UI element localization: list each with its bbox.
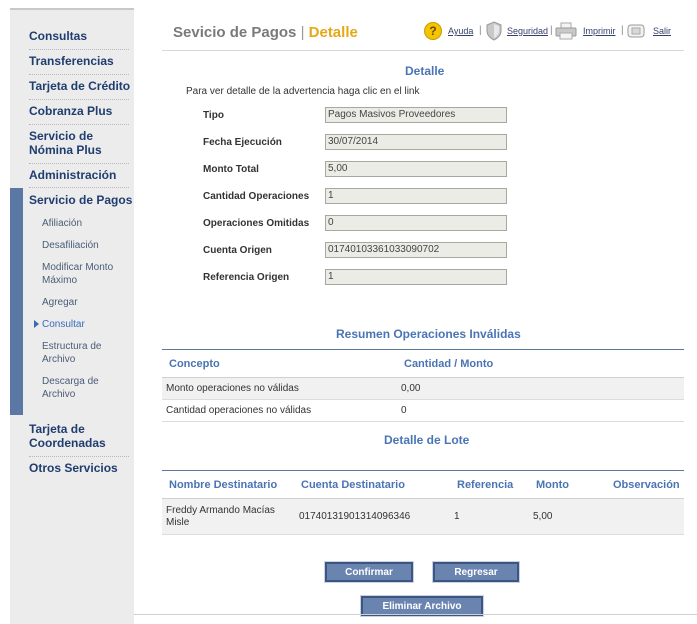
sidebar-item-consultas[interactable]: Consultas (10, 29, 134, 43)
back-button[interactable]: Regresar (432, 561, 520, 583)
field-label-cuenta: Cuenta Origen (203, 245, 272, 256)
table-row: Freddy Armando Macías Misle 017401319013… (162, 499, 684, 535)
sub-item-desafiliacion[interactable]: Desafiliación (42, 239, 130, 252)
intro-text: Para ver detalle de la advertencia haga … (186, 86, 420, 97)
link-separator: | (550, 25, 553, 36)
table-row: Cantidad operaciones no válidas 0 (162, 400, 684, 422)
sidebar-item-tarjeta-credito[interactable]: Tarjeta de Crédito (10, 79, 134, 93)
recipient-name-cont: Misle (166, 517, 190, 528)
shield-icon[interactable] (485, 21, 503, 41)
operaciones-omitidas-field[interactable]: 0 (325, 215, 507, 231)
column-header-cuenta: Cuenta Destinatario (301, 479, 405, 491)
menu-divider (29, 456, 129, 457)
sidebar-item-nomina-plus[interactable]: Servicio de Nómina Plus (10, 129, 120, 157)
sub-item-modificar-monto[interactable]: Modificar Monto Máximo (42, 261, 130, 287)
title-separator: | (300, 24, 305, 41)
page-title: Sevicio de Pagos | Detalle (173, 24, 358, 41)
sidebar-item-servicio-pagos[interactable]: Servicio de Pagos (10, 193, 134, 207)
column-header-referencia: Referencia (457, 479, 514, 491)
sidebar-item-transferencias[interactable]: Transferencias (10, 54, 134, 68)
fecha-ejecucion-field[interactable]: 30/07/2014 (325, 134, 507, 150)
print-icon[interactable] (555, 22, 577, 40)
exit-link[interactable]: Salir (653, 26, 671, 36)
active-section-indicator (10, 188, 23, 415)
link-separator: | (479, 25, 482, 36)
delete-file-button[interactable]: Eliminar Archivo (360, 595, 484, 617)
column-header-cantidad-monto: Cantidad / Monto (404, 358, 494, 370)
menu-divider (29, 49, 129, 50)
sub-item-afiliacion[interactable]: Afiliación (42, 217, 130, 230)
page-title-main: Sevicio de Pagos (173, 24, 297, 41)
recipient-reference: 1 (454, 511, 460, 522)
sub-item-descarga-archivo[interactable]: Descarga de Archivo (42, 375, 130, 401)
field-label-referencia: Referencia Origen (203, 272, 290, 283)
link-separator: | (621, 25, 624, 36)
table-cell: 0,00 (401, 383, 421, 394)
cuenta-origen-field[interactable]: 01740103361033090702 (325, 242, 507, 258)
cantidad-operaciones-field[interactable]: 1 (325, 188, 507, 204)
help-icon[interactable]: ? (424, 22, 442, 40)
invalid-summary-title: Resumen Operaciones Inválidas (336, 327, 521, 341)
sidebar-menu: Consultas Transferencias Tarjeta de Créd… (10, 8, 134, 624)
sub-item-consultar[interactable]: Consultar (42, 318, 130, 331)
sidebar-item-otros-servicios[interactable]: Otros Servicios (10, 461, 134, 475)
page-subtitle: Detalle (308, 24, 358, 41)
monto-total-field[interactable]: 5,00 (325, 161, 507, 177)
detail-title: Detalle (405, 64, 445, 78)
field-label-monto: Monto Total (203, 164, 259, 175)
menu-divider (29, 163, 129, 164)
table-cell: Monto operaciones no válidas (166, 383, 299, 394)
menu-divider (29, 99, 129, 100)
security-link[interactable]: Seguridad (507, 26, 548, 36)
menu-divider (29, 187, 129, 188)
current-arrow-icon (34, 320, 39, 328)
header-divider (162, 50, 684, 51)
column-header-monto: Monto (536, 479, 569, 491)
column-header-nombre: Nombre Destinatario (169, 479, 278, 491)
batch-detail-title: Detalle de Lote (384, 433, 470, 447)
sub-item-agregar[interactable]: Agregar (42, 296, 130, 309)
recipient-amount: 5,00 (533, 511, 553, 522)
recipient-account: 01740131901314096346 (299, 511, 411, 522)
print-link[interactable]: Imprimir (583, 26, 616, 36)
table-row: Monto operaciones no válidas 0,00 (162, 378, 684, 400)
menu-divider (29, 124, 129, 125)
exit-icon[interactable] (627, 24, 645, 38)
sidebar-item-tarjeta-coordenadas[interactable]: Tarjeta de Coordenadas (10, 422, 120, 450)
recipient-name: Freddy Armando Macías (166, 505, 275, 516)
table-header-line (162, 470, 684, 471)
field-label-tipo: Tipo (203, 110, 224, 121)
table-cell: 0 (401, 405, 407, 416)
sidebar-item-administracion[interactable]: Administración (10, 168, 134, 182)
field-label-fecha: Fecha Ejecución (203, 137, 282, 148)
field-label-omitidas: Operaciones Omitidas (203, 218, 310, 229)
column-header-observacion: Observación (613, 479, 680, 491)
footer-divider (134, 614, 697, 615)
help-link[interactable]: Ayuda (448, 26, 473, 36)
tipo-field[interactable]: Pagos Masivos Proveedores (325, 107, 507, 123)
menu-divider (29, 74, 129, 75)
referencia-origen-field[interactable]: 1 (325, 269, 507, 285)
table-header-line (162, 349, 684, 350)
column-header-concepto: Concepto (169, 358, 220, 370)
confirm-button[interactable]: Confirmar (324, 561, 414, 583)
sidebar-item-cobranza-plus[interactable]: Cobranza Plus (10, 104, 134, 118)
table-cell: Cantidad operaciones no válidas (166, 405, 312, 416)
sub-item-estructura-archivo[interactable]: Estructura de Archivo (42, 340, 130, 366)
field-label-cantidad: Cantidad Operaciones (203, 191, 310, 202)
